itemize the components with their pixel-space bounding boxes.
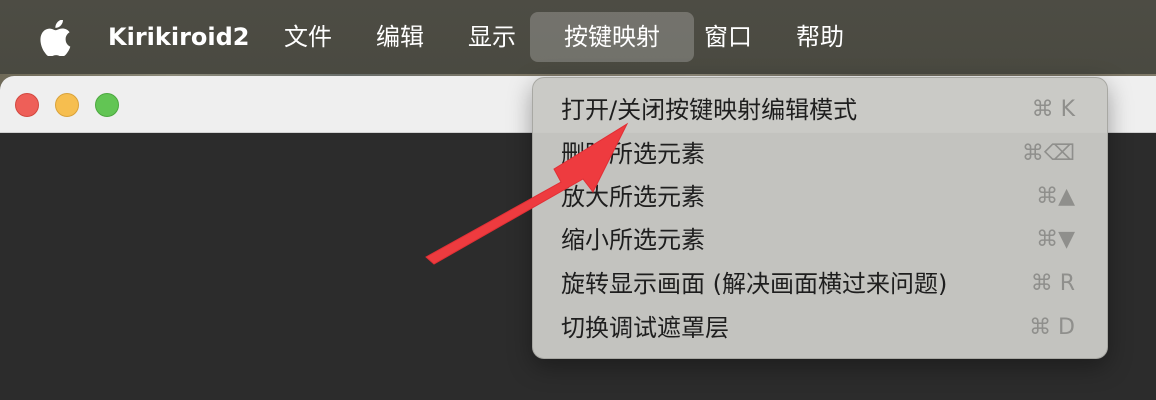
close-button[interactable]	[15, 93, 39, 117]
menu-window[interactable]: 窗口	[704, 12, 752, 62]
menu-item-shortcut: ⌘ K	[1031, 97, 1075, 122]
menu-item-rotate-display[interactable]: 旋转显示画面 (解决画面横过来问题) ⌘ R	[533, 263, 1109, 305]
menu-item-label: 打开/关闭按键映射编辑模式	[561, 96, 858, 124]
menu-item-toggle-debug-overlay[interactable]: 切换调试遮罩层 ⌘ D	[533, 307, 1109, 349]
menu-bar: Kirikiroid2 文件 编辑 显示 按键映射 窗口 帮助	[0, 0, 1156, 74]
menu-item-toggle-edit-mode[interactable]: 打开/关闭按键映射编辑模式 ⌘ K	[533, 89, 1109, 131]
menu-item-label: 旋转显示画面 (解决画面横过来问题)	[561, 270, 948, 298]
menu-view[interactable]: 显示	[468, 12, 516, 62]
menu-item-shortcut: ⌘⌫	[1021, 141, 1075, 166]
menu-item-shortcut: ⌘ D	[1029, 315, 1075, 340]
menu-item-label: 删除所选元素	[561, 140, 705, 168]
menu-item-shortcut: ⌘▲	[1036, 184, 1075, 209]
zoom-button[interactable]	[95, 93, 119, 117]
menu-item-shortcut: ⌘▼	[1036, 227, 1075, 252]
menu-item-shrink-selected[interactable]: 缩小所选元素 ⌘▼	[533, 219, 1109, 261]
minimize-button[interactable]	[55, 93, 79, 117]
apple-icon[interactable]	[38, 20, 72, 56]
menu-item-label: 切换调试遮罩层	[561, 314, 729, 342]
menu-item-delete-selected[interactable]: 删除所选元素 ⌘⌫	[533, 133, 1109, 175]
menu-keymapping[interactable]: 按键映射	[530, 12, 694, 62]
menu-edit[interactable]: 编辑	[376, 12, 424, 62]
menu-file[interactable]: 文件	[284, 12, 332, 62]
menu-item-enlarge-selected[interactable]: 放大所选元素 ⌘▲	[533, 176, 1109, 218]
menu-help[interactable]: 帮助	[796, 12, 844, 62]
keymapping-dropdown-menu: 打开/关闭按键映射编辑模式 ⌘ K 删除所选元素 ⌘⌫ 放大所选元素 ⌘▲ 缩小…	[532, 77, 1108, 359]
app-menu[interactable]: Kirikiroid2	[108, 12, 250, 62]
menu-item-shortcut: ⌘ R	[1030, 271, 1075, 296]
menu-item-label: 放大所选元素	[561, 183, 705, 211]
menu-item-label: 缩小所选元素	[561, 226, 705, 254]
